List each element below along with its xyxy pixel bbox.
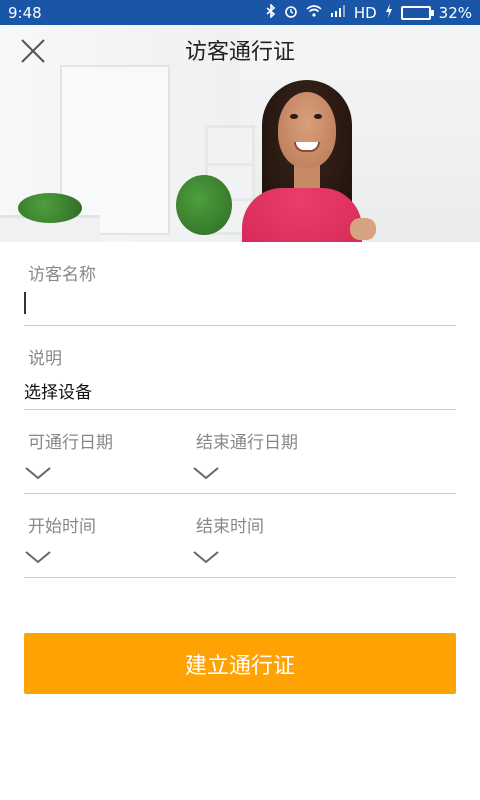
visitor-name-label: 访客名称 [28,265,96,285]
chevron-down-icon [193,551,219,564]
wifi-icon [306,5,322,20]
date-row: 可通行日期 结束通行日期 [24,410,456,494]
end-date-label: 结束通行日期 [196,433,298,453]
visitor-pass-form: 访客名称 说明 选择设备 可通行日期 结束通行日期 开始时间 结束时间 [24,242,456,578]
start-time-picker[interactable]: 开始时间 [24,494,184,578]
battery-icon [400,5,434,20]
start-date-label: 可通行日期 [28,433,113,453]
end-time-picker[interactable]: 结束时间 [192,494,352,578]
charging-icon [385,4,393,21]
description-field: 说明 选择设备 [24,326,456,410]
status-icons: HD 32% [266,3,472,22]
plant-left [18,193,82,223]
alarm-icon [284,4,298,21]
end-time-label: 结束时间 [196,517,264,537]
description-label: 说明 [28,349,62,369]
bluetooth-icon [266,3,276,21]
status-bar: 9:48 HD 32% [0,0,480,25]
status-time: 9:48 [8,3,42,22]
end-date-picker[interactable]: 结束通行日期 [192,410,352,494]
chevron-down-icon [25,551,51,564]
create-pass-button[interactable]: 建立通行证 [24,633,456,694]
visitor-name-field: 访客名称 [24,242,456,326]
chevron-down-icon [25,467,51,480]
visitor-name-input[interactable] [24,290,456,316]
start-date-picker[interactable]: 可通行日期 [24,410,184,494]
network-type: HD [353,3,377,22]
visitor-photo [240,80,376,242]
battery-percent: 32% [438,3,472,22]
page-title: 访客通行证 [184,40,295,65]
select-device-button[interactable]: 选择设备 [24,378,92,403]
plant-right [176,175,232,235]
text-cursor [24,292,26,314]
start-time-label: 开始时间 [28,517,96,537]
time-row: 开始时间 结束时间 [24,494,456,578]
signal-icon [330,5,346,20]
chevron-down-icon [193,467,219,480]
